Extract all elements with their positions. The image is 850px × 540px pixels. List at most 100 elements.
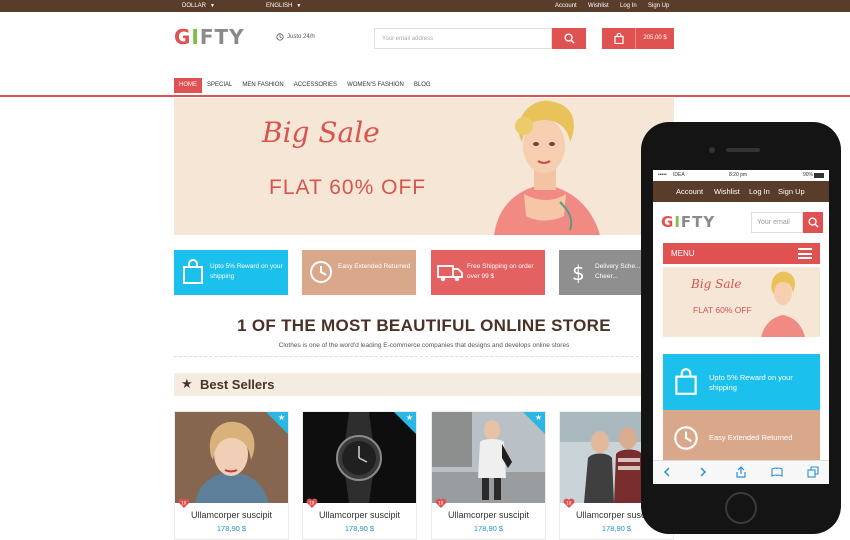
feature-reward[interactable]: Upto 5% Reward on your shipping [174,250,288,295]
mobile-feature-reward[interactable]: Upto 5% Reward on your shipping [663,354,820,410]
svg-text:$: $ [572,261,585,285]
mobile-banner-headline: Big Sale [691,277,742,291]
nav-item-blog[interactable]: BLOG [409,78,436,93]
mobile-login-link[interactable]: Log In [749,187,770,196]
battery-label: 90% [803,172,814,178]
nav-item-accessories[interactable]: ACCESSORIES [289,78,342,93]
shopping-bag-icon [613,33,624,44]
model-photo [761,271,805,337]
product-price: 178,90 $ [216,524,247,533]
hamburger-icon[interactable] [798,248,812,259]
wishlist-link[interactable]: Wishlist [588,2,609,10]
forward-icon[interactable] [697,466,709,478]
mobile-search-button[interactable] [803,212,823,233]
clock-icon [674,426,698,450]
clock-icon [310,261,332,283]
svg-text:10: 10 [309,500,315,505]
clock-icon [276,33,284,41]
hours-info: Justo 24/h [276,33,315,41]
mobile-menu-bar[interactable]: MENU [663,243,820,264]
tabs-icon[interactable] [807,466,819,478]
mobile-feature-reward-text: Upto 5% Reward on your shipping [709,373,793,392]
mobile-feature-returns[interactable]: Easy Extended Returned [663,410,820,466]
best-sellers-header: ★ Best Sellers [174,373,674,396]
product-card[interactable]: ★ 10 Ullamcorper suscipit 178,90 $ [431,411,546,540]
mobile-banner-offer: FLAT 60% OFF [693,305,752,315]
heart-icon: 10 [563,498,575,508]
shopping-bag-icon [675,368,697,395]
banner-headline: Big Sale [262,116,380,149]
mobile-top-bar: Account Wishlist Log In Sign Up [653,181,829,202]
cart-total[interactable]: 205,00 $ [636,28,674,49]
phone-screen: ••••• IDEA 8:20 pm 90% Account Wishlist … [653,170,829,484]
cart-button[interactable] [602,28,636,49]
search-button[interactable] [552,28,586,49]
mobile-feature-returns-text: Easy Extended Returned [709,433,793,442]
star-icon: ★ [534,413,542,422]
feature-returns-text: Easy Extended Returned [338,263,411,270]
dollar-icon: $ [572,261,585,285]
best-sellers-title: Best Sellers [200,377,275,392]
share-icon[interactable] [735,466,747,478]
logo[interactable]: GIFTY [174,25,245,49]
heart-icon: 10 [306,498,318,508]
chevron-down-icon: ▼ [296,3,302,9]
signup-link[interactable]: Sign Up [648,2,669,10]
product-name: Ullamcorper suscipit [190,510,273,520]
model-photo [494,100,600,235]
currency-label: DOLLAR [182,3,207,9]
search-input[interactable]: Your email address [374,28,552,49]
main-nav: HOME SPECIAL MEN FASHION ACCESSORIES WOM… [174,78,436,93]
page: DOLLAR ▼ ENGLISH ▼ Account Wishlist Log In… [0,0,850,540]
store-subtitle: Clothes is one of the word'd leading E-c… [278,342,570,349]
mobile-wishlist-link[interactable]: Wishlist [714,187,740,196]
hero-banner[interactable]: Big Sale FLAT 60% OFF [174,98,674,235]
login-link[interactable]: Log In [620,2,637,10]
nav-item-men-fashion[interactable]: MEN FASHION [237,78,288,93]
mobile-signup-link[interactable]: Sign Up [778,187,805,196]
browser-toolbar [653,460,829,484]
star-icon: ★ [277,413,285,422]
hours-text: Justo 24/h [287,34,315,40]
signal-icon: ••••• [658,172,667,178]
currency-select[interactable]: DOLLAR ▼ [182,2,215,10]
feature-shipping-text: Free Shipping on order over 99 $ [467,263,534,280]
phone-camera [709,147,715,153]
heart-icon: 10 [178,498,190,508]
phone-status-bar: ••••• IDEA 8:20 pm 90% [653,170,829,181]
nav-item-special[interactable]: SPECIAL [202,78,237,93]
feature-reward-text: Upto 5% Reward on your shipping [210,263,283,280]
phone-home-button [725,492,757,524]
battery-icon [814,173,824,178]
section-divider [174,356,674,357]
language-select[interactable]: ENGLISH ▼ [266,2,301,10]
star-icon: ★ [405,413,413,422]
top-bar: DOLLAR ▼ ENGLISH ▼ Account Wishlist Log In… [0,0,850,12]
mobile-account-link[interactable]: Account [676,187,703,196]
store-headline: 1 OF THE MOST BEAUTIFUL ONLINE STORE [237,316,611,335]
account-link[interactable]: Account [555,2,577,10]
star-icon: ★ [181,376,193,391]
nav-item-home[interactable]: HOME [174,78,202,93]
carrier-label: IDEA [673,172,685,178]
back-icon[interactable] [661,466,673,478]
feature-returns[interactable]: Easy Extended Returned [302,250,416,295]
nav-item-womens-fashion[interactable]: WOMEN'S FASHION [342,78,409,93]
svg-text:10: 10 [566,500,572,505]
shopping-bag-icon [183,259,203,284]
svg-text:10: 10 [181,500,187,505]
heart-icon: 10 [435,498,447,508]
mobile-logo[interactable]: GIFTY [661,213,715,231]
language-label: ENGLISH [266,3,293,9]
nav-divider [0,95,850,97]
bookmarks-icon[interactable] [771,466,783,478]
product-card[interactable]: ★ 10 Ullamcorper suscipit 178,90 $ [302,411,417,540]
mobile-search-input[interactable]: Your email [751,212,803,233]
feature-shipping[interactable]: Free Shipping on order over 99 $ [431,250,545,295]
banner-offer: FLAT 60% OFF [269,176,427,199]
product-name: Ullamcorper suscipit [447,510,530,520]
product-card[interactable]: ★ 10 Ullamcorper suscipit 178,90 $ [174,411,289,540]
phone-speaker [726,148,760,152]
product-price: 178,90 $ [344,524,375,533]
mobile-banner[interactable]: Big Sale FLAT 60% OFF [663,267,820,337]
